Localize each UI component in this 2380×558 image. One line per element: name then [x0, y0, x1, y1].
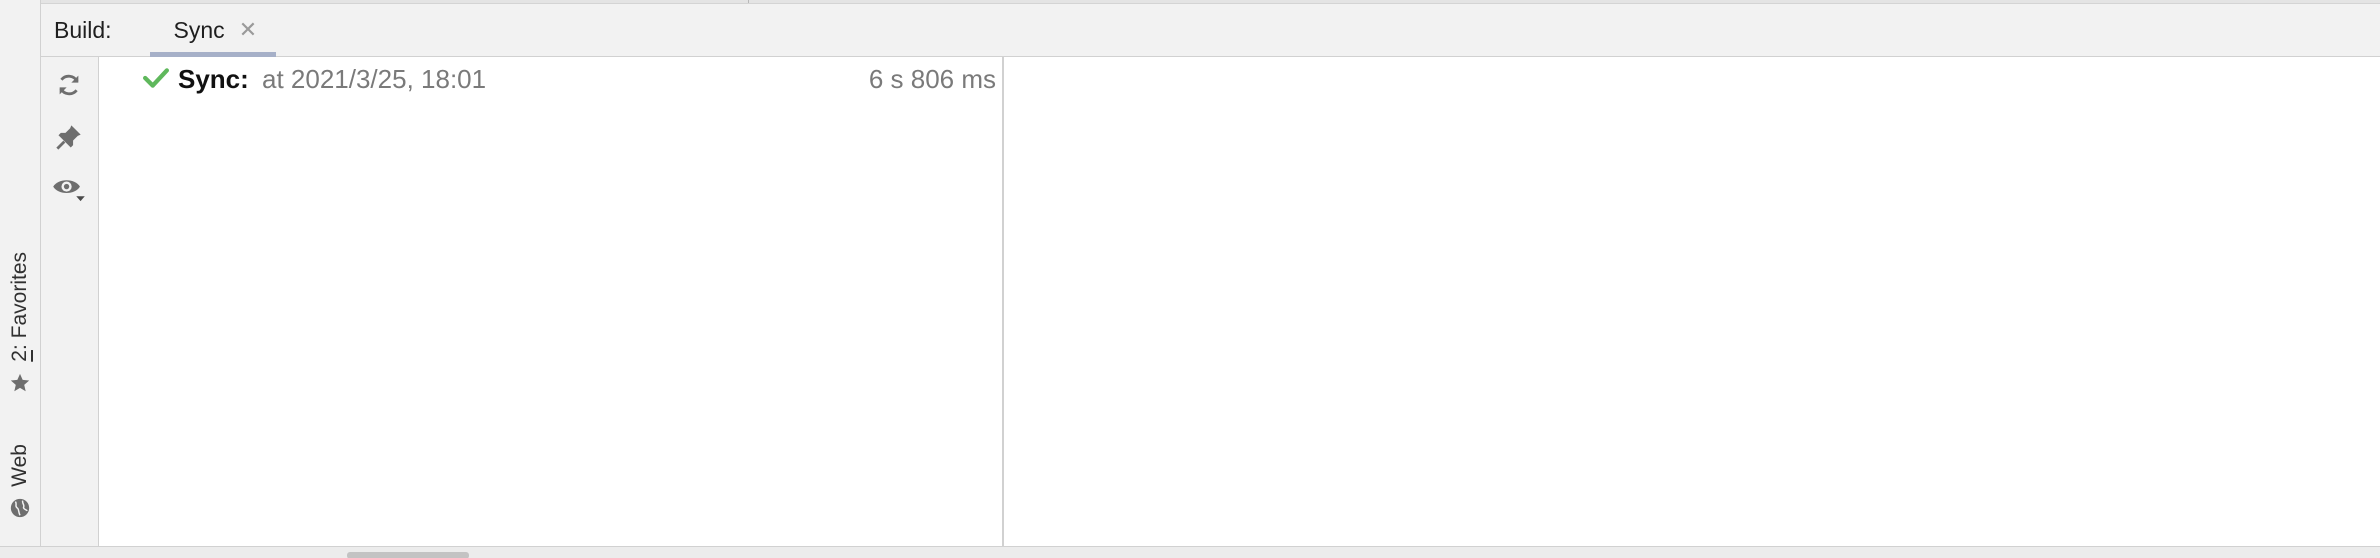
sync-timestamp: at 2021/3/25, 18:01	[262, 64, 487, 94]
horizontal-scrollbar[interactable]	[0, 546, 2380, 558]
top-edge-marker	[748, 0, 749, 3]
web-tool-label: Web	[8, 444, 31, 487]
scrollbar-thumb[interactable]	[347, 552, 469, 558]
sync-duration: 6 s 806 ms	[868, 64, 996, 94]
build-label: Build:	[54, 16, 112, 43]
pin-icon	[55, 123, 83, 156]
left-tool-strip: 2: Favorites Web	[0, 0, 41, 546]
close-icon[interactable]: ✕	[239, 19, 257, 41]
tab-sync[interactable]: Sync ✕	[149, 4, 277, 57]
pin-button[interactable]	[51, 121, 87, 157]
refresh-icon	[55, 71, 83, 104]
star-icon	[9, 372, 31, 399]
build-tree-panel: Sync: at 2021/3/25, 18:01 6 s 806 ms	[99, 57, 1002, 546]
check-icon	[143, 66, 169, 95]
build-toolbar	[41, 57, 99, 546]
build-output-console[interactable]	[1004, 57, 2380, 546]
favorites-tool-tab[interactable]: 2: Favorites	[2, 252, 38, 399]
globe-icon	[9, 497, 31, 524]
refresh-button[interactable]	[51, 69, 87, 105]
favorites-tool-label: 2: Favorites	[8, 252, 31, 362]
tab-sync-label: Sync	[173, 16, 225, 43]
sync-title: Sync:	[178, 64, 249, 94]
eye-icon	[52, 174, 86, 209]
tree-row[interactable]: Sync: at 2021/3/25, 18:01 6 s 806 ms	[99, 57, 1002, 103]
web-tool-tab[interactable]: Web	[2, 444, 38, 524]
build-header: Build: Sync ✕	[41, 4, 2380, 57]
build-tool-window: 2: Favorites Web Build: Sync ✕ Sync: at …	[0, 0, 2380, 558]
view-options-button[interactable]	[51, 173, 87, 209]
